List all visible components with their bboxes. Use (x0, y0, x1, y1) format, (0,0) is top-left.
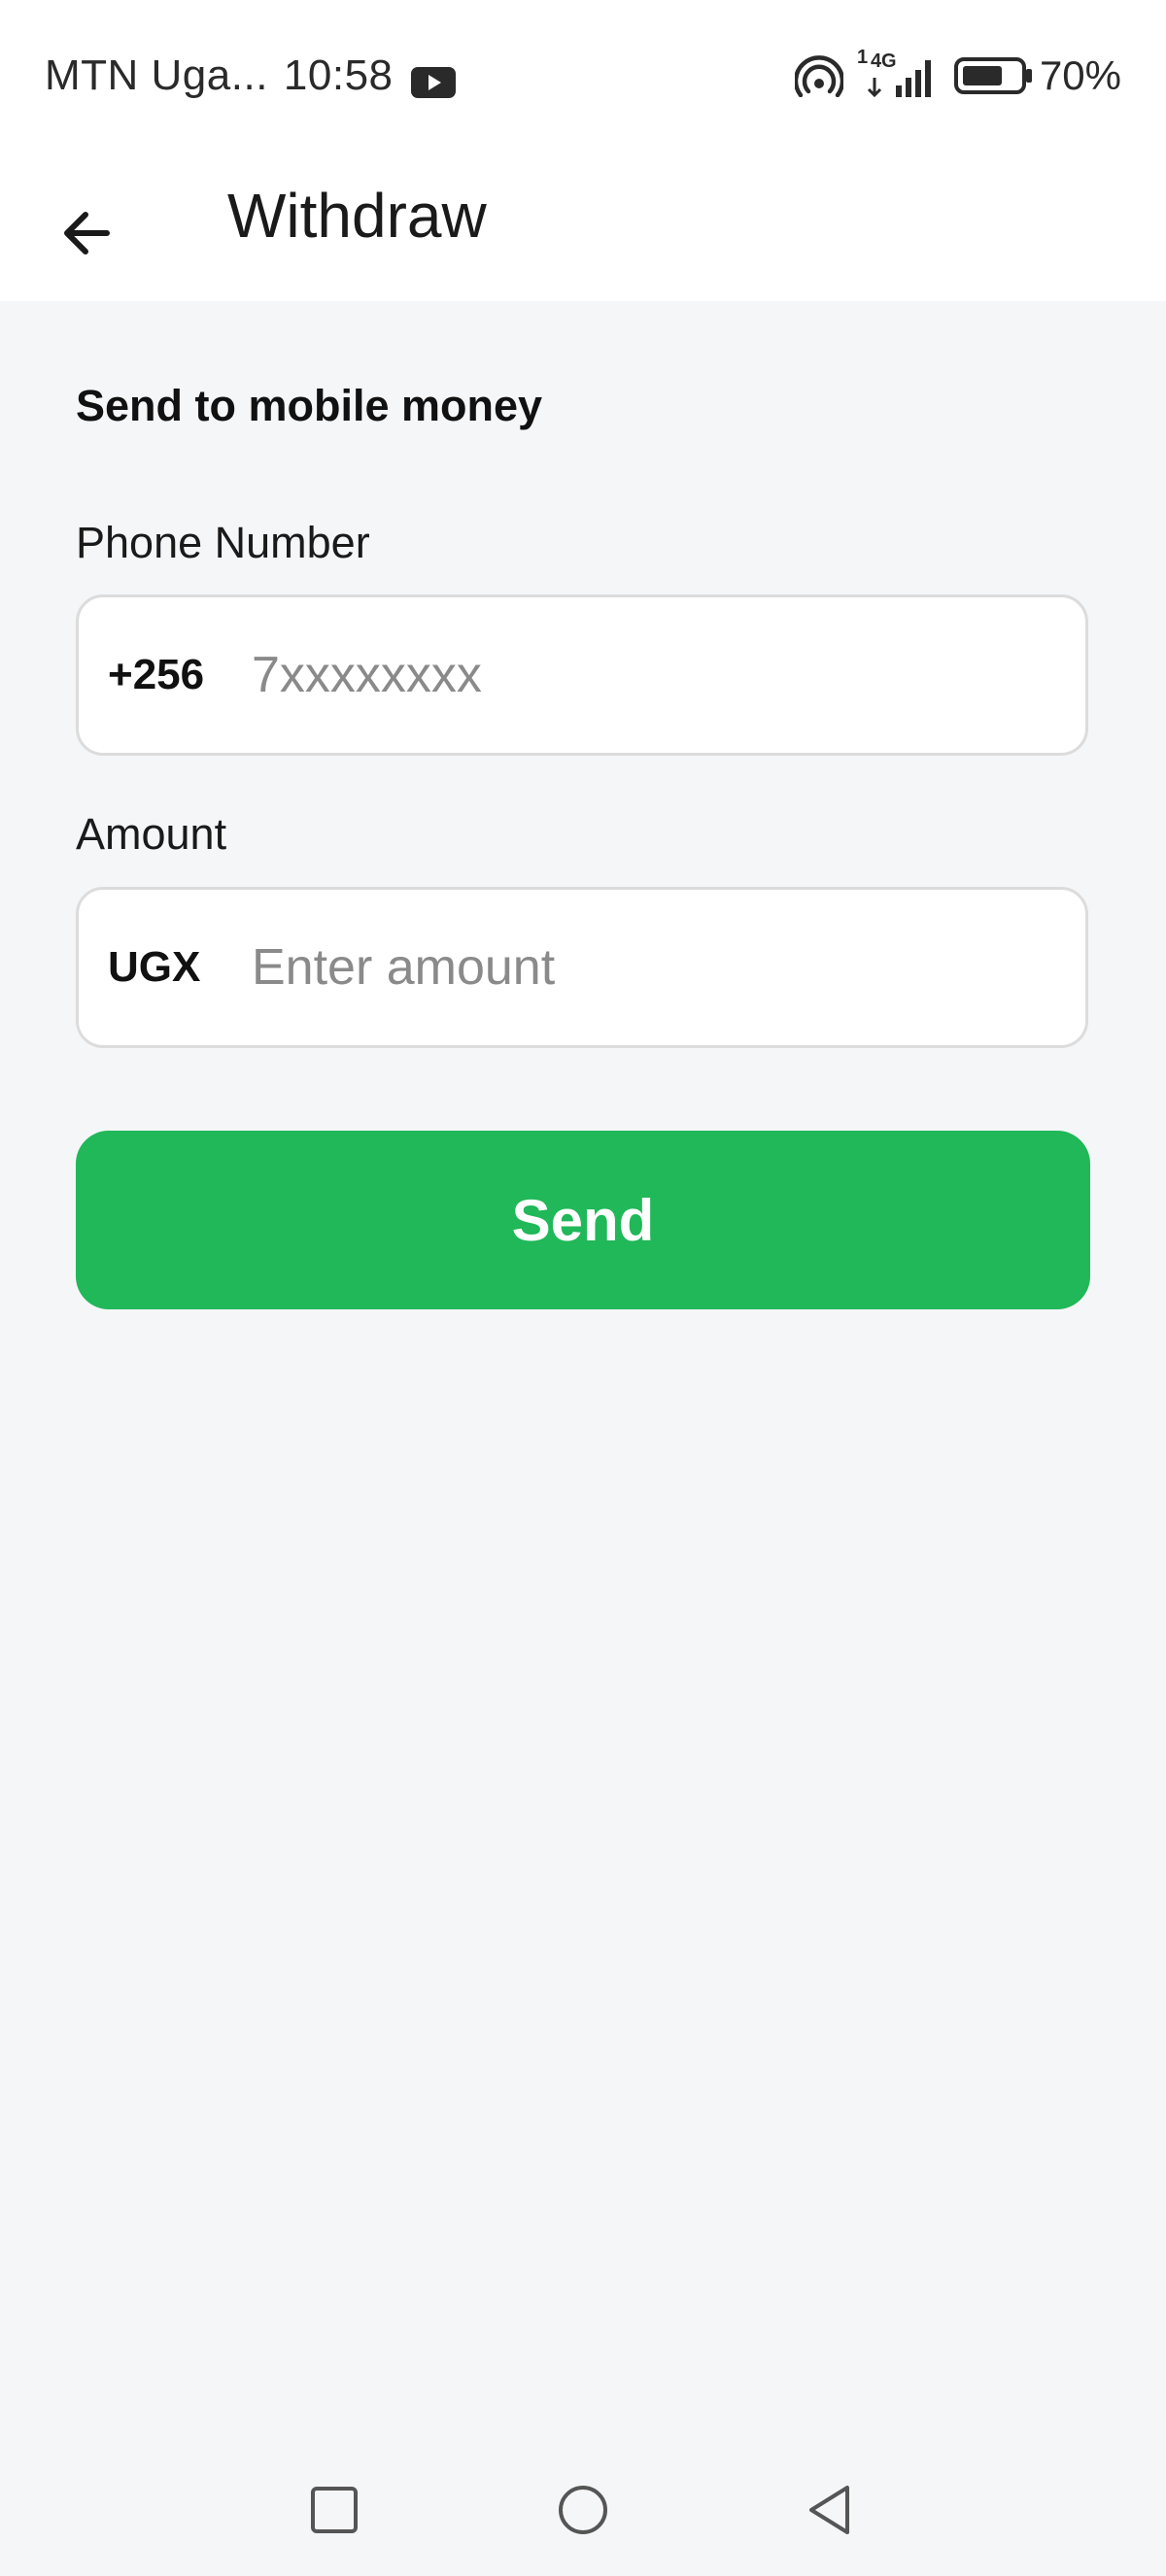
currency-prefix: UGX (108, 943, 201, 991)
status-left: MTN Uga... 10:58 (45, 47, 456, 105)
battery-icon (953, 56, 1034, 95)
youtube-notification-icon (410, 60, 456, 98)
recent-apps-button[interactable] (288, 2465, 381, 2559)
send-button[interactable]: Send (76, 1131, 1090, 1309)
page-title: Withdraw (227, 181, 487, 251)
arrow-left-icon (58, 204, 117, 267)
home-button[interactable] (536, 2465, 630, 2559)
back-triangle-icon (805, 2483, 855, 2542)
system-back-button[interactable] (783, 2465, 876, 2559)
battery-percent: 70% (1039, 52, 1121, 98)
home-icon (556, 2483, 610, 2542)
hotspot-icon (794, 54, 843, 97)
system-nav-bar (0, 2448, 1166, 2576)
phone-number-field: +256 (76, 594, 1088, 756)
status-bar: MTN Uga... 10:58 1 4G 70% (0, 0, 1166, 146)
amount-input[interactable] (252, 890, 1056, 1045)
phone-number-input[interactable] (252, 597, 1056, 753)
status-right: 1 4G 70% (794, 47, 1121, 105)
app-bar: Withdraw (0, 146, 1166, 301)
phone-number-label: Phone Number (76, 518, 370, 567)
country-code-prefix: +256 (108, 651, 205, 698)
carrier-name: MTN Uga... (45, 51, 268, 99)
amount-field: UGX (76, 887, 1088, 1048)
signal-icon: 1 4G (857, 47, 941, 99)
amount-label: Amount (76, 809, 227, 859)
clock-time: 10:58 (283, 51, 394, 99)
back-button[interactable] (39, 186, 136, 284)
section-title: Send to mobile money (76, 381, 543, 430)
recent-apps-icon (309, 2485, 360, 2540)
